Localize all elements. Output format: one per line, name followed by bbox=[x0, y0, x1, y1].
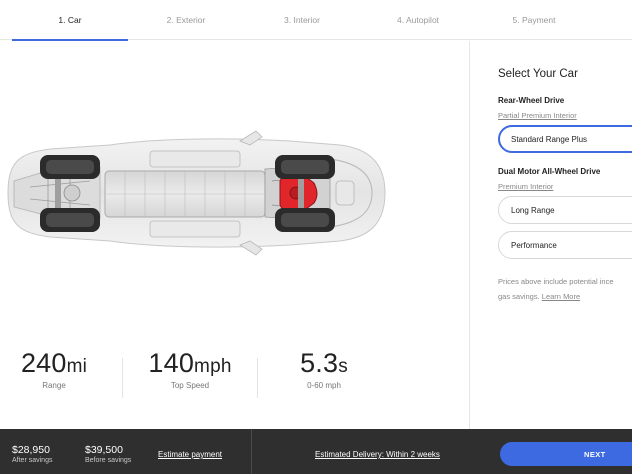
interior-link-premium[interactable]: Premium Interior bbox=[498, 182, 553, 191]
tab-interior[interactable]: 3. Interior bbox=[244, 0, 360, 40]
option-label: Performance bbox=[511, 240, 557, 250]
tab-label: 2. Exterior bbox=[166, 15, 206, 25]
tab-exterior[interactable]: 2. Exterior bbox=[128, 0, 244, 40]
tab-label: 3. Interior bbox=[284, 15, 320, 25]
tab-label: 5. Payment bbox=[512, 15, 556, 25]
bottom-bar: $28,950 After savings $39,500 Before sav… bbox=[0, 429, 632, 474]
group-rear-wheel-drive: Rear-Wheel Drive bbox=[498, 96, 565, 105]
price-amount: $39,500 bbox=[85, 444, 123, 456]
stat-acceleration-value: 5.3s bbox=[300, 348, 348, 378]
option-performance[interactable]: Performance bbox=[498, 231, 632, 259]
spec-stats: 240mi Range 140mph Top Speed 5.3s 0-60 m… bbox=[0, 348, 400, 408]
estimated-delivery-link[interactable]: Estimated Delivery: Within 2 weeks bbox=[315, 450, 440, 459]
stat-top-speed: 140mph Top Speed bbox=[130, 348, 250, 390]
next-button-label: NEXT bbox=[584, 449, 606, 459]
price-note: Prices above include potential ince gas … bbox=[498, 274, 632, 304]
stat-range: 240mi Range bbox=[0, 348, 114, 390]
stat-range-caption: Range bbox=[42, 381, 66, 390]
tab-car[interactable]: 1. Car bbox=[12, 0, 128, 41]
car-chassis-image bbox=[7, 130, 386, 256]
option-standard-range-plus[interactable]: Standard Range Plus bbox=[498, 125, 632, 153]
next-button[interactable]: NEXT bbox=[500, 442, 632, 466]
option-label: Standard Range Plus bbox=[511, 134, 588, 144]
learn-more-link[interactable]: Learn More bbox=[542, 292, 580, 301]
estimate-payment-link[interactable]: Estimate payment bbox=[158, 450, 222, 459]
option-label: Long Range bbox=[511, 205, 555, 215]
price-before-savings: $39,500 Before savings bbox=[85, 444, 131, 464]
price-note-line: gas savings. Learn More bbox=[498, 292, 581, 301]
tab-payment[interactable]: 5. Payment bbox=[476, 0, 592, 40]
price-label: Before savings bbox=[85, 457, 132, 464]
tab-label: 1. Car bbox=[58, 15, 82, 25]
select-car-panel: Select Your Car Rear-Wheel Drive Partial… bbox=[469, 41, 632, 429]
price-after-savings: $28,950 After savings bbox=[12, 444, 52, 464]
interior-link-partial-premium[interactable]: Partial Premium Interior bbox=[498, 111, 577, 120]
stat-top-speed-caption: Top Speed bbox=[170, 381, 210, 390]
stat-acceleration-caption: 0-60 mph bbox=[307, 381, 341, 390]
price-amount: $28,950 bbox=[12, 444, 50, 456]
car-image-area bbox=[0, 41, 470, 341]
stat-divider bbox=[257, 358, 258, 398]
stat-acceleration: 5.3s 0-60 mph bbox=[264, 348, 384, 390]
price-note-line: Prices above include potential ince bbox=[498, 277, 614, 286]
panel-title: Select Your Car bbox=[498, 68, 578, 80]
stat-top-speed-value: 140mph bbox=[148, 348, 232, 378]
option-long-range[interactable]: Long Range bbox=[498, 196, 632, 224]
group-dual-motor-awd: Dual Motor All-Wheel Drive bbox=[498, 167, 601, 176]
tab-autopilot[interactable]: 4. Autopilot bbox=[360, 0, 476, 40]
bottom-divider bbox=[251, 429, 252, 474]
price-label: After savings bbox=[12, 457, 53, 464]
tab-label: 4. Autopilot bbox=[396, 15, 440, 25]
step-tabs: 1. Car 2. Exterior 3. Interior 4. Autopi… bbox=[0, 0, 632, 41]
stat-divider bbox=[122, 358, 123, 398]
configurator-page: 1. Car 2. Exterior 3. Interior 4. Autopi… bbox=[0, 0, 632, 474]
stat-range-value: 240mi bbox=[20, 348, 88, 378]
